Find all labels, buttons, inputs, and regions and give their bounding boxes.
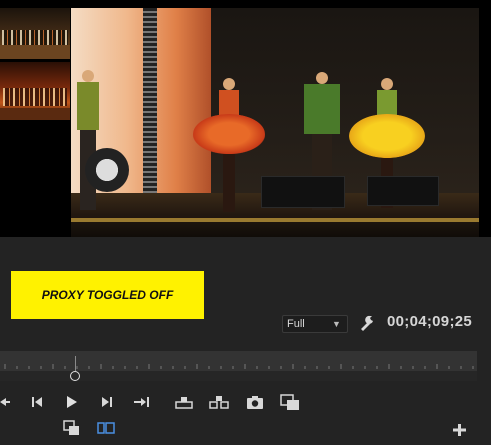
main-video-frame bbox=[71, 8, 479, 237]
extract-icon[interactable] bbox=[208, 392, 230, 412]
lift-icon[interactable] bbox=[173, 392, 195, 412]
proxy-status-text: PROXY TOGGLED OFF bbox=[41, 288, 174, 302]
toggle-proxies-icon[interactable] bbox=[60, 418, 82, 438]
step-forward-icon[interactable] bbox=[96, 392, 118, 412]
step-back-icon[interactable] bbox=[26, 392, 48, 412]
export-frame-icon[interactable] bbox=[244, 392, 266, 412]
playhead-timecode[interactable]: 00;04;09;25 bbox=[387, 313, 472, 330]
play-icon[interactable] bbox=[60, 392, 82, 412]
program-monitor-video bbox=[0, 0, 491, 237]
playback-resolution-value: Full bbox=[287, 318, 305, 330]
add-button-icon[interactable] bbox=[449, 420, 471, 440]
thumbnail-wide-shot bbox=[0, 8, 70, 59]
go-to-out-icon[interactable] bbox=[131, 392, 153, 412]
wrench-icon[interactable] bbox=[359, 314, 375, 332]
insert-clip-icon[interactable] bbox=[279, 392, 301, 412]
playhead-line bbox=[75, 356, 76, 371]
comparison-view-icon[interactable] bbox=[95, 418, 117, 438]
time-ruler-ticks bbox=[4, 364, 474, 369]
chevron-down-icon: ▼ bbox=[332, 319, 341, 329]
thumbnail-stage-shot bbox=[0, 62, 70, 120]
go-to-in-icon[interactable] bbox=[0, 392, 14, 412]
playhead-handle[interactable] bbox=[70, 371, 80, 381]
